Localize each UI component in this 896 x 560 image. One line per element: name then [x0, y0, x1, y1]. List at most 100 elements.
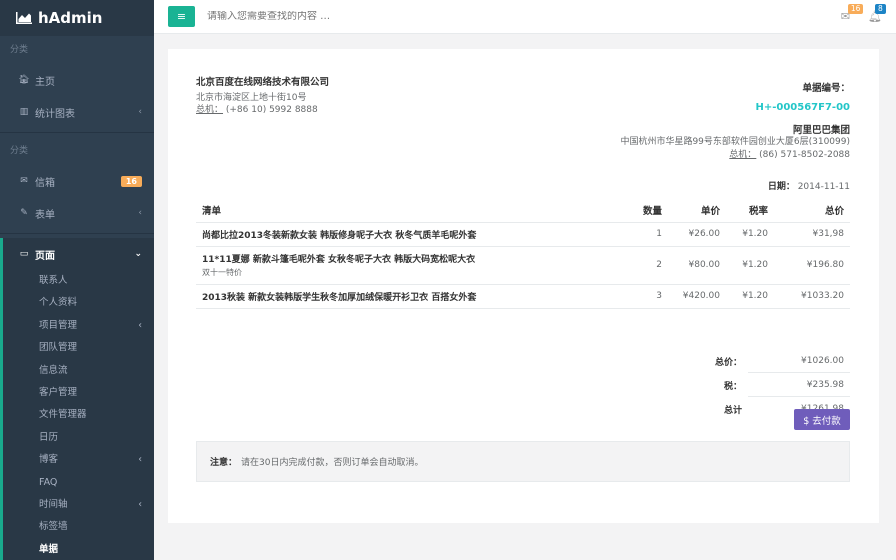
invoice-panel: 北京百度在线网络技术有限公司 北京市海淀区上地十街10号 总机： (+86 10… [168, 49, 879, 523]
item-name: 尚都比拉2013冬装新款女装 韩版修身呢子大衣 秋冬气质羊毛呢外套 [196, 222, 618, 247]
pay-button[interactable]: $ 去付款 [794, 409, 850, 430]
date-label: 日期： [767, 182, 795, 192]
nav-stats-label: 统计图表 [35, 108, 75, 120]
nav-home[interactable]: 🏠︎ 主页 [0, 64, 154, 96]
date-value: 2014-11-11 [794, 182, 850, 192]
sub-item-projects[interactable]: 项目管理 ‹ [3, 315, 154, 337]
messages-button[interactable]: ✉ 16 [841, 4, 864, 23]
nav-forms-label: 表单 [35, 209, 55, 221]
divider [0, 233, 154, 234]
sub-item-calendar[interactable]: 日历 [3, 427, 154, 449]
subtotal-value: ¥1026.00 [748, 349, 850, 373]
envelope-icon: ✉ [20, 176, 28, 186]
sidebar: hAdmin 分类 🏠︎ 主页 ▥ 统计图表 ‹ 分类 ✉ 信箱 16 ✎ 表单… [0, 0, 154, 560]
sub-item-label: 博客 [39, 454, 59, 466]
col-total: 总价 [774, 199, 850, 223]
sub-item-label: 日历 [39, 431, 59, 443]
search-input[interactable] [207, 11, 841, 22]
area-chart-icon [16, 12, 32, 24]
home-icon: 🏠︎ [18, 75, 30, 85]
subtotal-row: 总价： ¥1026.00 [690, 349, 850, 373]
sub-item-label: 标签墙 [39, 521, 68, 533]
chevron-left-icon: ‹ [138, 208, 142, 218]
sub-item-clients[interactable]: 客户管理 [3, 382, 154, 404]
nav-home-label: 主页 [35, 76, 55, 88]
brand-name: hAdmin [38, 9, 103, 27]
item-total: ¥1033.20 [774, 284, 850, 309]
topbar: ≡ ✉ 16 🔔︎ 8 [154, 0, 896, 34]
sub-item-timeline[interactable]: 时间轴 ‹ [3, 494, 154, 516]
sub-item-invoice[interactable]: 单据 [3, 539, 154, 560]
phone-label: 总机： [196, 105, 224, 115]
item-price: ¥80.00 [668, 246, 726, 285]
item-total: ¥31,98 [774, 222, 850, 247]
pages-submenu: 联系人 个人资料 项目管理 ‹ 团队管理 信息流 客户管理 文件管理器 日历 博客… [0, 270, 154, 560]
sub-item-label: 个人资料 [39, 297, 78, 309]
mail-badge: 16 [120, 175, 142, 187]
notifications-count: 8 [875, 4, 886, 14]
tax-value: ¥235.98 [748, 373, 850, 397]
messages-count: 16 [847, 4, 864, 14]
sub-item-label: 信息流 [39, 364, 68, 376]
item-qty: 2 [618, 246, 668, 285]
to-address: 中国杭州市华星路99号东部软件园创业大厦6层(310099) [620, 137, 850, 147]
notifications-button[interactable]: 🔔︎ 8 [868, 4, 886, 23]
sub-item-label: FAQ [39, 476, 58, 488]
desktop-icon: ▭ [19, 249, 29, 259]
sub-item-label: 时间轴 [39, 498, 68, 510]
sub-item-files[interactable]: 文件管理器 [3, 404, 154, 426]
sub-item-profile[interactable]: 个人资料 [3, 292, 154, 314]
invoice-items-table: 清单 数量 单价 税率 总价 尚都比拉2013冬装新款女装 韩版修身呢子大衣 秋… [196, 199, 850, 309]
item-name: 2013秋装 新款女装韩版学生秋冬加厚加绒保暖开衫卫衣 百搭女外套 [196, 284, 618, 309]
item-total: ¥196.80 [774, 246, 850, 285]
sub-item-team[interactable]: 团队管理 [3, 337, 154, 359]
phone-value: (86) 571-8502-2088 [756, 150, 850, 160]
nav-stats[interactable]: ▥ 统计图表 ‹ [0, 96, 154, 128]
chevron-left-icon: ‹ [138, 498, 142, 510]
grand-total-label: 总计 [723, 405, 742, 416]
item-name: 11*11夏娜 新款斗篷毛呢外套 女秋冬呢子大衣 韩版大码宽松呢大衣 [202, 255, 476, 265]
item-price: ¥26.00 [668, 222, 726, 247]
note-label: 注意： [210, 458, 238, 468]
item-qty: 3 [618, 284, 668, 309]
col-price: 单价 [668, 199, 726, 223]
nav-forms[interactable]: ✎ 表单 ‹ [0, 197, 154, 229]
tax-label: 税： [723, 381, 742, 392]
sub-item-faq[interactable]: FAQ [3, 472, 154, 494]
sub-item-label: 客户管理 [39, 386, 78, 398]
sub-item-feed[interactable]: 信息流 [3, 360, 154, 382]
sub-item-blog[interactable]: 博客 ‹ [3, 449, 154, 471]
to-phone: 总机： (86) 571-8502-2088 [620, 149, 850, 162]
sub-item-contacts[interactable]: 联系人 [3, 270, 154, 292]
item-tax: ¥1.20 [726, 246, 774, 285]
table-header: 清单 数量 单价 税率 总价 [196, 199, 850, 223]
item-cell: 11*11夏娜 新款斗篷毛呢外套 女秋冬呢子大衣 韩版大码宽松呢大衣 双十一特价 [196, 246, 618, 285]
sub-item-label: 单据 [39, 543, 59, 555]
nav-pages[interactable]: ▭ 页面 ⌄ [0, 238, 154, 270]
brand[interactable]: hAdmin [0, 0, 154, 36]
subtotal-label: 总价： [714, 357, 742, 368]
phone-label: 总机： [729, 150, 757, 160]
sub-item-tags[interactable]: 标签墙 [3, 516, 154, 538]
table-row: 尚都比拉2013冬装新款女装 韩版修身呢子大衣 秋冬气质羊毛呢外套 1 ¥26.… [196, 222, 850, 247]
table-row: 2013秋装 新款女装韩版学生秋冬加厚加绒保暖开衫卫衣 百搭女外套 3 ¥420… [196, 284, 850, 309]
top-icons: ✉ 16 🔔︎ 8 [841, 4, 886, 23]
table-row: 11*11夏娜 新款斗篷毛呢外套 女秋冬呢子大衣 韩版大码宽松呢大衣 双十一特价… [196, 246, 850, 285]
divider [0, 132, 154, 133]
chevron-left-icon: ‹ [138, 319, 142, 331]
sub-item-label: 文件管理器 [39, 409, 87, 421]
sub-item-label: 项目管理 [39, 319, 78, 331]
invoice-no: H+-000567F7-00 [755, 102, 850, 113]
section-title: 分类 [10, 146, 29, 156]
tax-row: 税： ¥235.98 [690, 373, 850, 397]
nav-pages-label: 页面 [35, 250, 55, 262]
sub-item-label: 团队管理 [39, 342, 78, 354]
chevron-left-icon: ‹ [138, 454, 142, 466]
phone-value: (+86 10) 5992 8888 [223, 105, 318, 115]
item-price: ¥420.00 [668, 284, 726, 309]
nav-mail[interactable]: ✉ 信箱 16 [0, 165, 154, 197]
chevron-left-icon: ‹ [138, 107, 142, 117]
item-tax: ¥1.20 [726, 284, 774, 309]
menu-toggle-button[interactable]: ≡ [168, 6, 195, 27]
hamburger-icon: ≡ [176, 10, 187, 23]
